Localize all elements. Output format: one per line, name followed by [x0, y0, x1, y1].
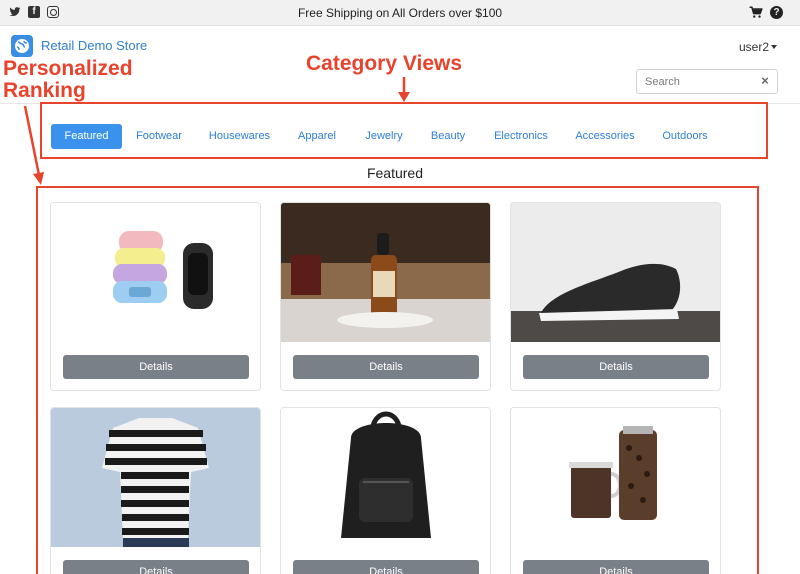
section-title: Featured — [366, 165, 424, 181]
product-image-fitness-tracker[interactable] — [51, 203, 260, 342]
tab-outdoors[interactable]: Outdoors — [655, 124, 715, 149]
details-button[interactable]: Details — [523, 355, 709, 379]
help-icon[interactable]: ? — [770, 6, 783, 19]
product-card[interactable]: Details — [50, 202, 261, 391]
product-image-sneaker[interactable] — [511, 203, 720, 342]
clear-search-icon[interactable]: × — [759, 74, 771, 88]
product-card[interactable]: Details — [510, 407, 721, 574]
details-button[interactable]: Details — [293, 560, 479, 574]
tab-footwear[interactable]: Footwear — [130, 124, 188, 149]
tab-jewelry[interactable]: Jewelry — [358, 124, 410, 149]
annotation-category-views: Category Views — [306, 52, 463, 75]
product-card[interactable]: Details — [280, 202, 491, 391]
details-button[interactable]: Details — [63, 560, 249, 574]
promo-banner: Free Shipping on All Orders over $100 — [297, 6, 503, 20]
store-logo[interactable] — [11, 35, 33, 57]
details-button[interactable]: Details — [293, 355, 479, 379]
tab-beauty[interactable]: Beauty — [424, 124, 472, 149]
details-button[interactable]: Details — [63, 355, 249, 379]
store-name[interactable]: Retail Demo Store — [41, 38, 147, 53]
top-bar: f Free Shipping on All Orders over $100 … — [0, 0, 800, 26]
product-image-dropper-bottle[interactable] — [281, 203, 490, 342]
tab-accessories[interactable]: Accessories — [569, 124, 641, 149]
product-card[interactable]: Details — [50, 407, 261, 574]
page: f Free Shipping on All Orders over $100 … — [0, 0, 800, 574]
tab-housewares[interactable]: Housewares — [202, 124, 277, 149]
product-card[interactable]: Details — [510, 202, 721, 391]
caret-down-icon[interactable] — [771, 45, 777, 49]
annotation-personalized: Personalized — [3, 57, 133, 80]
tab-apparel[interactable]: Apparel — [291, 124, 343, 149]
product-image-coffee[interactable] — [511, 408, 720, 547]
product-card[interactable]: Details — [280, 407, 491, 574]
tab-electronics[interactable]: Electronics — [486, 124, 556, 149]
product-image-striped-tshirt[interactable] — [51, 408, 260, 547]
details-button[interactable]: Details — [523, 560, 709, 574]
annotation-ranking: Ranking — [3, 79, 86, 102]
tab-featured[interactable]: Featured — [51, 124, 122, 149]
user-menu[interactable]: user2 — [739, 40, 769, 54]
globe-icon — [15, 39, 29, 53]
product-image-backpack[interactable] — [281, 408, 490, 547]
cart-icon[interactable] — [749, 6, 763, 19]
search-input[interactable] — [636, 69, 778, 94]
category-arrowhead — [398, 92, 410, 102]
